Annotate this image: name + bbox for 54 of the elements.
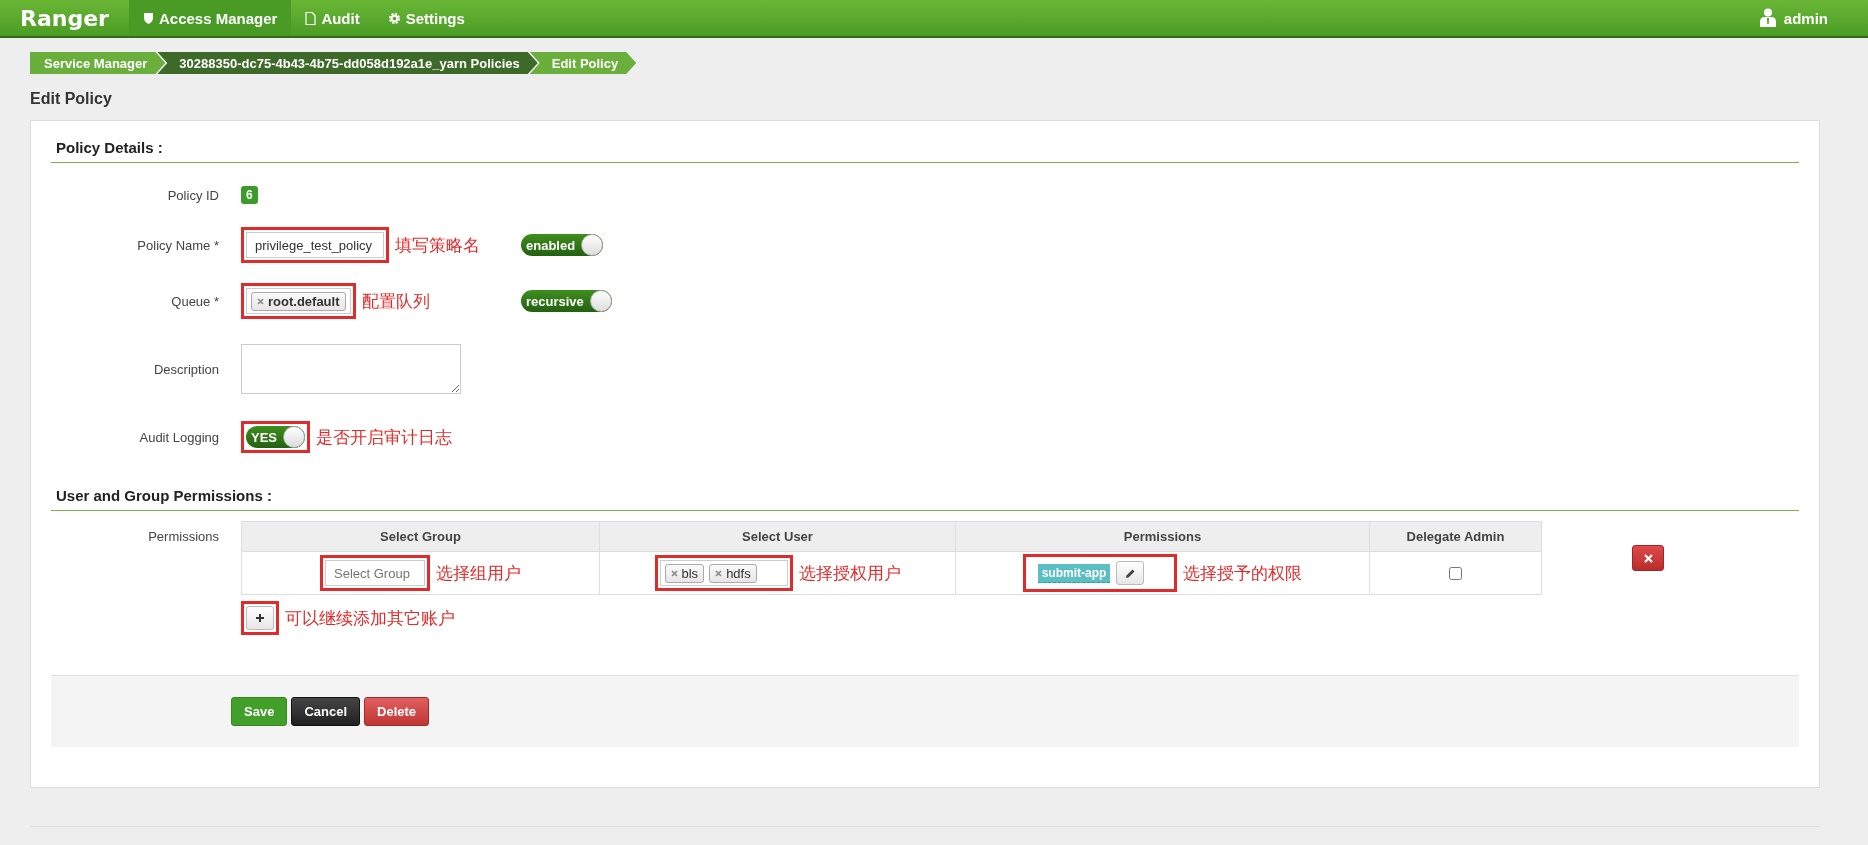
policy-id-badge: 6 bbox=[241, 186, 258, 204]
description-field[interactable] bbox=[241, 344, 461, 394]
document-icon bbox=[305, 11, 317, 25]
field-label: Permissions bbox=[147, 528, 220, 544]
user-tag[interactable]: bls bbox=[664, 563, 705, 583]
field-label: Policy ID bbox=[166, 187, 220, 203]
section-heading: Policy Details : bbox=[51, 139, 1799, 163]
column-header: Select User bbox=[599, 521, 956, 552]
nav-tab[interactable]: Access Manager bbox=[128, 0, 292, 36]
field-label: Description bbox=[152, 361, 220, 377]
action-button[interactable]: Save bbox=[231, 697, 288, 726]
column-header: Select Group bbox=[241, 521, 600, 552]
user-icon bbox=[1759, 8, 1776, 28]
column-header: Permissions bbox=[955, 521, 1370, 552]
field-label: Audit Logging bbox=[138, 429, 220, 445]
page-title: Edit Policy bbox=[30, 90, 113, 108]
queue-field[interactable]: root.default bbox=[246, 288, 351, 314]
action-button[interactable]: Cancel bbox=[291, 697, 360, 726]
close-icon bbox=[1643, 553, 1653, 563]
brand-logo: Ranger bbox=[20, 4, 109, 33]
edit-button[interactable] bbox=[1116, 561, 1145, 585]
pencil-icon bbox=[1124, 567, 1136, 579]
annotation-note: 选择授予的权限 bbox=[1183, 562, 1303, 585]
annotation-note: 可以继续添加其它账户 bbox=[285, 607, 455, 630]
remove-row-button[interactable] bbox=[1632, 545, 1664, 571]
group-select-field[interactable]: Select Group bbox=[325, 560, 425, 586]
nav-tab[interactable]: Audit bbox=[291, 0, 374, 36]
policy-name-field[interactable]: privilege_test_policy bbox=[246, 232, 384, 258]
remove-icon[interactable] bbox=[715, 569, 723, 577]
gear-icon bbox=[387, 11, 401, 25]
annotation-note: 选择授权用户 bbox=[798, 562, 901, 585]
action-button[interactable]: Delete bbox=[364, 697, 430, 726]
remove-icon[interactable] bbox=[670, 569, 678, 577]
user-menu[interactable]: admin bbox=[1759, 0, 1828, 36]
annotation-note: 填写策略名 bbox=[395, 234, 480, 257]
field-label: Policy Name * bbox=[136, 237, 220, 253]
annotation-note: 是否开启审计日志 bbox=[316, 426, 452, 449]
annotation-note: 选择组用户 bbox=[436, 562, 521, 585]
remove-icon[interactable] bbox=[257, 297, 264, 305]
queue-tag[interactable]: root.default bbox=[251, 291, 346, 311]
column-header: Delegate Admin bbox=[1369, 521, 1542, 552]
field-label: Queue * bbox=[170, 293, 220, 309]
shield-icon bbox=[142, 11, 154, 25]
nav-tab[interactable]: Settings bbox=[373, 0, 479, 36]
toggle-switch[interactable]: YES bbox=[246, 426, 305, 448]
delegate-admin-checkbox[interactable] bbox=[1449, 566, 1462, 580]
section-heading: User and Group Permissions : bbox=[51, 487, 1799, 511]
breadcrumb-link[interactable]: 30288350-dc75-4b43-4b75-dd058d192a1e_yarn Policies bbox=[157, 52, 538, 74]
annotation-note: 配置队列 bbox=[361, 290, 430, 313]
user-select-field[interactable]: bls hdfs bbox=[659, 560, 788, 586]
user-tag[interactable]: hdfs bbox=[709, 563, 757, 583]
plus-icon bbox=[255, 613, 265, 623]
toggle-switch[interactable]: recursive bbox=[521, 290, 612, 312]
toggle-switch[interactable]: enabled bbox=[521, 234, 604, 256]
